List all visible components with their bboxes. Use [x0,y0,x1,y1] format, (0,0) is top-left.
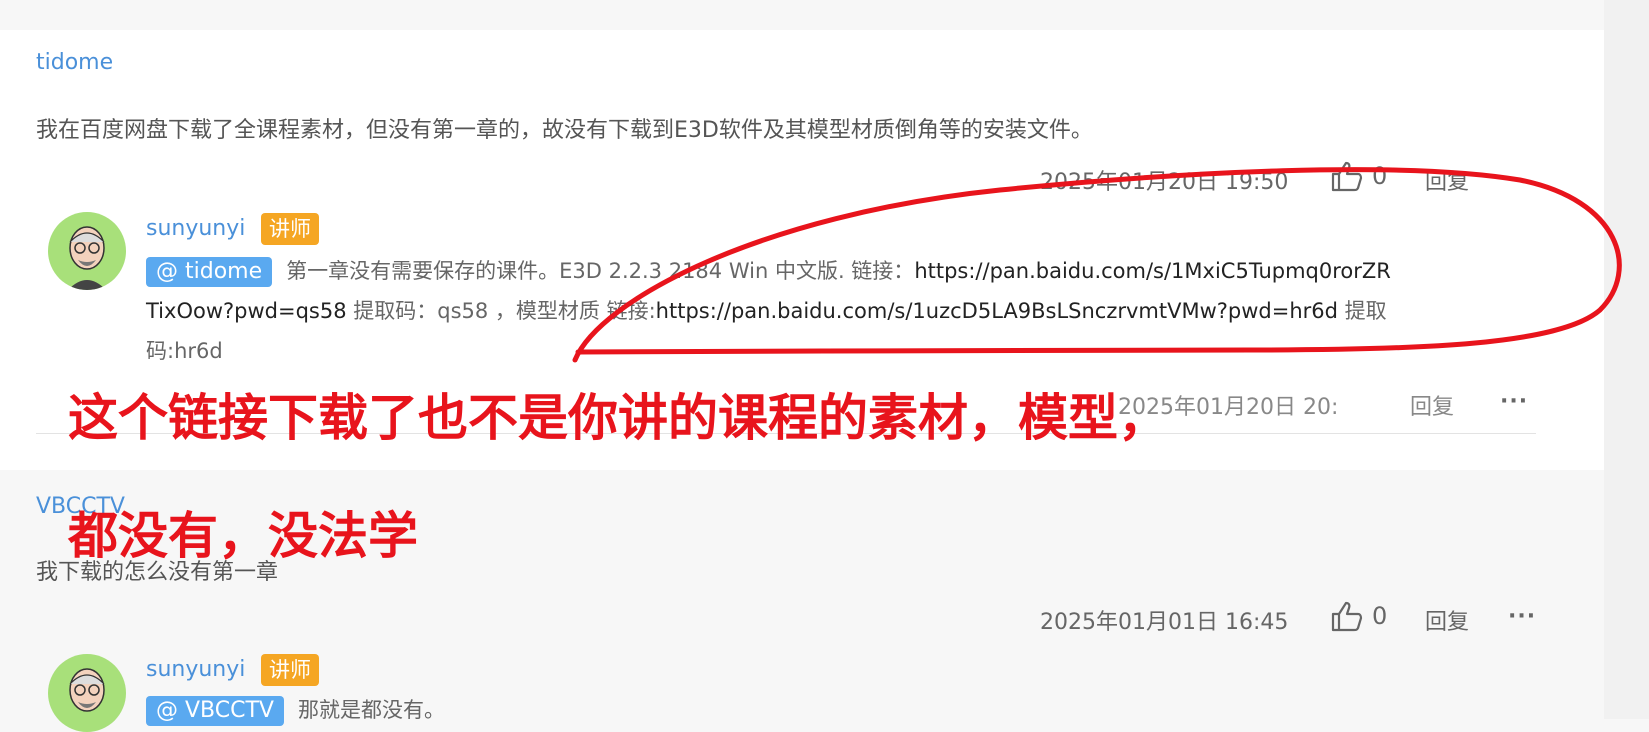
comments-area: tidome 我在百度网盘下载了全课程素材，但没有第一章的，故没有下载到E3D软… [0,0,1604,732]
comment-author[interactable]: tidome [36,50,113,75]
more-icon[interactable]: ··· [1508,604,1536,629]
reply-text-line3: 码:hr6d [146,339,223,363]
annotation-text-line1: 这个链接下载了也不是你讲的课程的素材，模型， [68,388,1168,447]
comment-text: 我在百度网盘下载了全课程素材，但没有第一章的，故没有下载到E3D软件及其模型材质… [36,118,1093,143]
like-count: 0 [1372,602,1388,630]
avatar[interactable] [48,212,126,290]
scrollbar[interactable] [1604,0,1649,719]
download-link[interactable]: https://pan.baidu.com/s/1MxiC5Tupmq0rorZ… [914,259,1391,283]
instructor-badge: 讲师 [261,213,319,245]
more-icon[interactable]: ··· [1500,389,1528,414]
comment-timestamp: 2025年01月20日 19:50 [1040,170,1289,195]
thumbs-up-icon[interactable] [1330,160,1364,196]
reply-text: @ VBCCTV 那就是都没有。 [146,690,445,730]
reply-author[interactable]: sunyunyi [146,216,245,241]
thumbs-up-icon[interactable] [1330,600,1364,636]
mention-tag[interactable]: @ VBCCTV [146,696,284,726]
comment-timestamp: 2025年01月01日 16:45 [1040,610,1289,635]
like-count: 0 [1372,162,1388,190]
reply-text-line1: @ tidome 第一章没有需要保存的课件。E3D 2.2.3 2184 Win … [146,251,1391,291]
avatar[interactable] [48,654,126,732]
annotation-text-line2: 都没有，没法学 [68,506,418,565]
mention-tag[interactable]: @ tidome [146,257,273,287]
reply-button[interactable]: 回复 [1410,389,1454,421]
download-link-2[interactable]: https://pan.baidu.com/s/1uzcD5LA9BsLSncz… [656,299,1338,323]
reply-button[interactable]: 回复 [1425,164,1469,196]
reply-button[interactable]: 回复 [1425,604,1469,636]
reply-author[interactable]: sunyunyi [146,657,245,682]
reply-text-line2: TixOow?pwd=qs58 提取码：qs58 ，模型材质 链接:https:… [146,299,1387,323]
instructor-badge: 讲师 [261,654,319,686]
